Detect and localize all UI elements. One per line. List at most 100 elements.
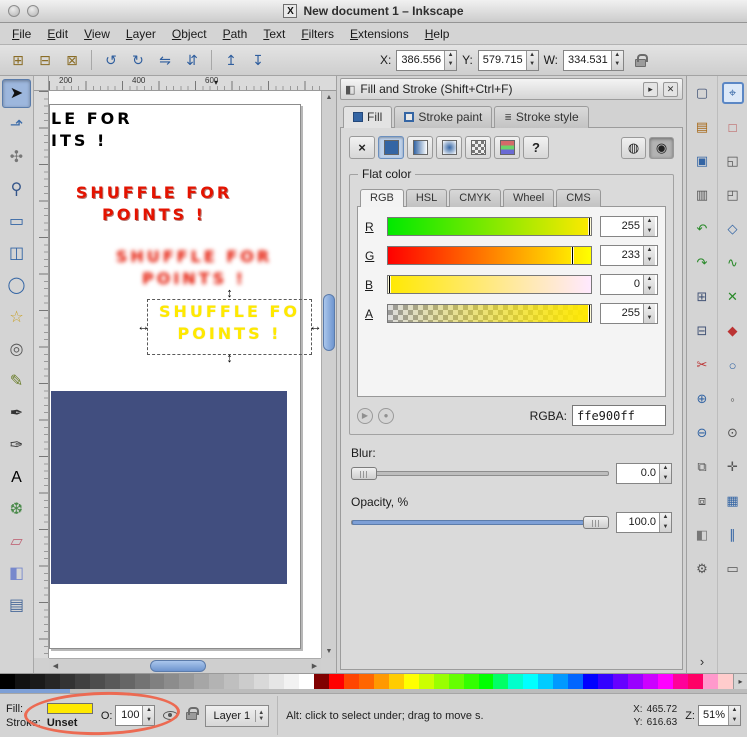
palette-swatch[interactable] [553,674,568,689]
palette-swatch[interactable] [479,674,494,689]
snap-grid-button[interactable]: ▦ [722,490,744,512]
print-button[interactable]: ▥ [691,184,713,206]
palette-swatch[interactable] [419,674,434,689]
tab-wheel[interactable]: Wheel [503,189,554,207]
selector-tool[interactable]: ➤ [2,79,31,108]
rotate-cw-button[interactable]: ↻ [126,48,150,72]
slider-mark-icon[interactable] [572,247,573,264]
palette-swatch[interactable] [164,674,179,689]
red-channel-slider[interactable] [387,217,592,236]
layer-visibility-icon[interactable] [163,711,178,720]
canvas-text-black[interactable]: LE FORITS ! [51,108,133,152]
blue-channel-field[interactable]: 0 [600,274,658,295]
palette-swatch[interactable] [508,674,523,689]
palette-swatch[interactable] [718,674,733,689]
rotate-ccw-button[interactable]: ↺ [99,48,123,72]
node-tool[interactable]: ⬏ [2,111,31,140]
scale-handle-n-icon[interactable] [226,286,233,299]
opacity-slider-thumb[interactable] [583,516,609,529]
menu-layer[interactable]: Layer [118,25,164,43]
layer-combo-arrows-icon[interactable] [255,710,266,722]
blur-slider-track[interactable] [351,471,609,476]
scroll-down-icon[interactable] [322,645,336,658]
snap-master-button[interactable]: ⌖ [722,82,744,104]
lower-button[interactable]: ↧ [246,48,270,72]
snap-smooth-button[interactable]: ○ [722,354,744,376]
palette-swatch[interactable] [359,674,374,689]
slider-mark-icon[interactable] [389,276,390,293]
color-picker-prev-button[interactable] [357,408,373,424]
horizontal-scrollbar[interactable] [49,658,321,673]
palette-swatch[interactable] [239,674,254,689]
snap-midpoint-button[interactable]: ◦ [722,388,744,410]
snap-rotation-center-button[interactable]: ✛ [722,456,744,478]
dialog-header[interactable]: Fill and Stroke (Shift+Ctrl+F) [340,78,683,100]
group-button[interactable]: ⧈ [691,490,713,512]
blur-slider-thumb[interactable] [351,467,377,480]
palette-swatch[interactable] [523,674,538,689]
palette-swatch[interactable] [538,674,553,689]
eraser-tool[interactable]: ▱ [2,527,31,556]
alpha-spin-buttons[interactable] [643,304,655,323]
window-close-button[interactable] [8,5,20,17]
tab-cmyk[interactable]: CMYK [449,189,501,207]
ellipse-tool[interactable]: ◯ [2,271,31,300]
palette-swatch[interactable] [658,674,673,689]
menu-help[interactable]: Help [417,25,458,43]
paint-flat-color-button[interactable] [378,136,404,159]
palette-swatch[interactable] [464,674,479,689]
preferences-button[interactable]: ⚙ [691,558,713,580]
canvas-text-blurred[interactable]: SHUFFLE FORPOINTS ! [84,246,304,290]
flip-vertical-button[interactable]: ⇵ [180,48,204,72]
layer-lock-icon[interactable] [186,712,197,720]
paint-pattern-button[interactable] [465,136,491,159]
menu-view[interactable]: View [76,25,118,43]
palette-swatch[interactable] [568,674,583,689]
alpha-channel-slider[interactable] [387,304,592,323]
canvas-viewport[interactable]: LE FORITS ! SHUFFLE FORPOINTS ! SHUFFLE … [49,91,321,658]
select-all-layers-button[interactable]: ⊟ [33,48,57,72]
palette-swatch[interactable] [628,674,643,689]
width-spin-buttons[interactable] [611,51,623,70]
y-position-field[interactable]: 579.715 [478,50,539,71]
paint-none-button[interactable]: × [349,136,375,159]
dialog-close-button[interactable] [663,82,678,97]
menu-text[interactable]: Text [255,25,293,43]
palette-scrollbar-thumb[interactable] [0,689,70,693]
spiral-tool[interactable]: ◎ [2,335,31,364]
snap-intersection-button[interactable]: ✕ [722,286,744,308]
zoom-tool[interactable]: ⚲ [2,175,31,204]
opacity-slider[interactable] [351,514,609,531]
cut-button[interactable]: ✂ [691,354,713,376]
window-minimize-button[interactable] [27,5,39,17]
scale-handle-s-icon[interactable] [226,351,233,364]
menu-filters[interactable]: Filters [293,25,342,43]
palette-swatch[interactable] [583,674,598,689]
palette-swatch[interactable] [703,674,718,689]
text-tool[interactable]: A [2,463,31,492]
palette-swatch[interactable] [613,674,628,689]
flip-horizontal-button[interactable]: ⇋ [153,48,177,72]
vertical-scrollbar-thumb[interactable] [323,294,335,351]
x-position-field[interactable]: 386.556 [396,50,457,71]
bucket-tool[interactable]: ◧ [2,559,31,588]
red-spin-buttons[interactable] [643,217,655,236]
paint-unknown-button[interactable]: ? [523,136,549,159]
palette-swatch[interactable] [0,674,15,689]
toolbar-overflow-button[interactable]: › [700,654,704,669]
snap-bbox-button[interactable]: □ [722,116,744,138]
palette-swatch[interactable] [224,674,239,689]
save-button[interactable]: ▣ [691,150,713,172]
tab-stroke-paint[interactable]: Stroke paint [394,106,492,128]
slider-mark-icon[interactable] [589,305,590,322]
palette-swatch[interactable] [404,674,419,689]
snap-page-button[interactable]: ▭ [722,558,744,580]
lock-ratio-icon[interactable] [635,59,646,67]
tab-stroke-style[interactable]: Stroke style [494,106,588,128]
palette-swatch[interactable] [673,674,688,689]
blur-spin-buttons[interactable] [659,464,671,483]
fill-rule-evenodd-button[interactable]: ◍ [621,137,646,159]
palette-scrollbar[interactable] [0,689,747,693]
palette-swatch[interactable] [75,674,90,689]
green-channel-slider[interactable] [387,246,592,265]
